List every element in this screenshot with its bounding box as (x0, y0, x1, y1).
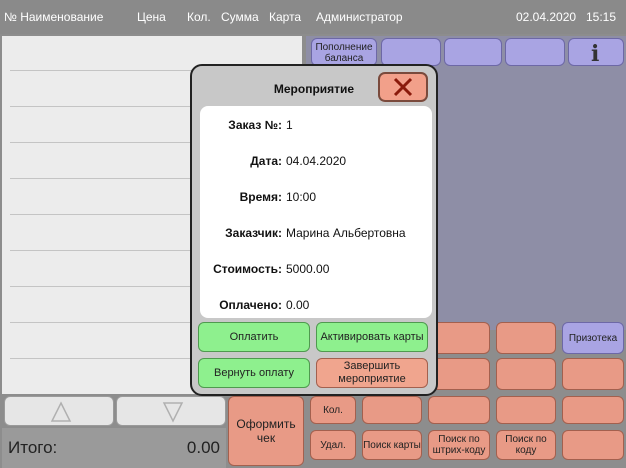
detail-value: 1 (286, 118, 293, 132)
total-label: Итого: (8, 438, 58, 457)
column-price: Цена (137, 10, 166, 24)
date: 02.04.2020 (516, 10, 577, 24)
detail-value: Марина Альбертовна (286, 226, 406, 240)
total-value: 0.00 (186, 438, 220, 457)
column-name: № Наименование (4, 10, 104, 24)
product-button[interactable] (562, 358, 624, 390)
topup-balance-button[interactable]: Пополнение баланса (311, 38, 377, 66)
info-button[interactable]: i (568, 38, 624, 67)
category-button-3[interactable] (505, 38, 565, 66)
event-dialog: Мероприятие Заказ №: 1 Дата: 04.04.2020 … (190, 64, 438, 396)
scroll-down-button[interactable] (116, 396, 226, 426)
time: 15:15 (586, 10, 617, 24)
info-icon: i (591, 41, 600, 67)
pay-button[interactable]: Оплатить (198, 322, 310, 352)
prizoteka-button[interactable]: Призотека (562, 322, 624, 354)
function-button[interactable] (562, 396, 624, 424)
product-button[interactable] (432, 358, 490, 390)
function-button[interactable] (562, 430, 624, 460)
detail-value: 0.00 (286, 298, 310, 312)
function-button[interactable] (496, 396, 556, 424)
product-button[interactable] (496, 358, 556, 390)
delete-button[interactable]: Удал. (310, 430, 356, 460)
total-bar: Итого: 0.00 (2, 428, 226, 468)
detail-value: 5000.00 (286, 262, 330, 276)
product-button[interactable] (432, 322, 490, 354)
search-card-button[interactable]: Поиск карты (362, 430, 422, 460)
qty-button[interactable]: Кол. (310, 396, 356, 424)
column-qty: Кол. (187, 10, 211, 24)
search-code-button[interactable]: Поиск по коду (496, 430, 556, 460)
search-barcode-button[interactable]: Поиск по штрих-коду (428, 430, 490, 460)
category-button-1[interactable] (381, 38, 441, 66)
function-button[interactable] (362, 396, 422, 424)
arrow-up-icon (50, 401, 72, 422)
checkout-button[interactable]: Оформить чек (228, 396, 304, 466)
arrow-down-icon (162, 402, 184, 423)
category-button-2[interactable] (444, 38, 502, 66)
column-card: Карта (269, 10, 302, 24)
detail-value: 04.04.2020 (286, 154, 347, 168)
scroll-up-button[interactable] (4, 396, 114, 426)
column-sum: Сумма (221, 10, 259, 24)
function-button[interactable] (428, 396, 490, 424)
close-icon (393, 77, 413, 97)
user-name: Администратор (316, 10, 403, 24)
detail-value: 10:00 (286, 190, 317, 204)
close-button[interactable] (378, 72, 428, 102)
detail-label: Стоимость: (213, 262, 282, 276)
product-button[interactable] (496, 322, 556, 354)
detail-label: Оплачено: (219, 298, 282, 312)
activate-cards-button[interactable]: Активировать карты (316, 322, 428, 352)
refund-button[interactable]: Вернуть оплату (198, 358, 310, 388)
receipt-header: № Наименование Цена Кол. Сумма Карта (0, 0, 306, 34)
detail-label: Заказчик: (225, 226, 282, 240)
detail-label: Время: (239, 190, 282, 204)
event-details: Заказ №: 1 Дата: 04.04.2020 Время: 10:00… (200, 106, 432, 318)
finish-event-button[interactable]: Завершить мероприятие (316, 358, 428, 388)
status-header: Администратор 02.04.2020 15:15 (306, 0, 626, 34)
detail-label: Дата: (250, 154, 282, 168)
detail-label: Заказ №: (228, 118, 282, 132)
